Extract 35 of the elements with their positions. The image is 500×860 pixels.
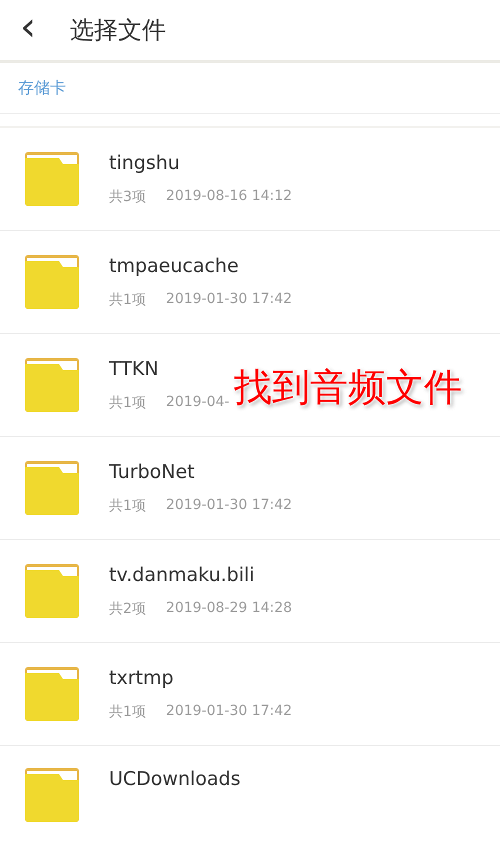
modified-date: 2019-01-30 17:42 [166, 497, 292, 515]
folder-icon [25, 152, 79, 206]
folder-row[interactable]: tmpaeucache 共1项 2019-01-30 17:42 [0, 231, 500, 334]
item-count: 共1项 [109, 291, 146, 309]
folder-row[interactable]: TurboNet 共1项 2019-01-30 17:42 [0, 437, 500, 540]
folder-icon [25, 358, 79, 412]
folder-icon [25, 255, 79, 309]
modified-date: 2019-01-30 17:42 [166, 291, 292, 309]
modified-date: 2019-01-30 17:42 [166, 703, 292, 721]
folder-name: tingshu [109, 152, 181, 174]
item-count: 共2项 [109, 600, 146, 618]
annotation-text: 找到音频文件 [234, 364, 462, 411]
item-count: 共1项 [109, 394, 146, 412]
folder-icon [25, 667, 79, 721]
folder-row[interactable]: txrtmp 共1项 2019-01-30 17:42 [0, 643, 500, 746]
folder-name: TurboNet [109, 461, 196, 483]
modified-date: 2019-04- [166, 394, 230, 412]
folder-icon [25, 564, 79, 618]
item-count: 共1项 [109, 497, 146, 515]
item-count: 共1项 [109, 703, 146, 721]
folder-name: txrtmp [109, 667, 175, 689]
folder-icon [25, 461, 79, 515]
folder-name: TTKN [109, 358, 160, 380]
folder-row[interactable]: UCDownloads [0, 746, 500, 824]
back-button[interactable]: ‹ [0, 7, 70, 53]
folder-name: tv.danmaku.bili [109, 564, 256, 586]
item-count: 共3项 [109, 188, 146, 206]
folder-row[interactable]: tingshu 共3项 2019-08-16 14:12 [0, 128, 500, 231]
folder-name: tmpaeucache [109, 255, 240, 277]
folder-row[interactable]: tv.danmaku.bili 共2项 2019-08-29 14:28 [0, 540, 500, 643]
folder-icon [25, 768, 79, 822]
modified-date: 2019-08-16 14:12 [166, 188, 292, 206]
page-title: 选择文件 [70, 15, 166, 46]
folder-name: UCDownloads [109, 768, 241, 790]
modified-date: 2019-08-29 14:28 [166, 600, 292, 618]
